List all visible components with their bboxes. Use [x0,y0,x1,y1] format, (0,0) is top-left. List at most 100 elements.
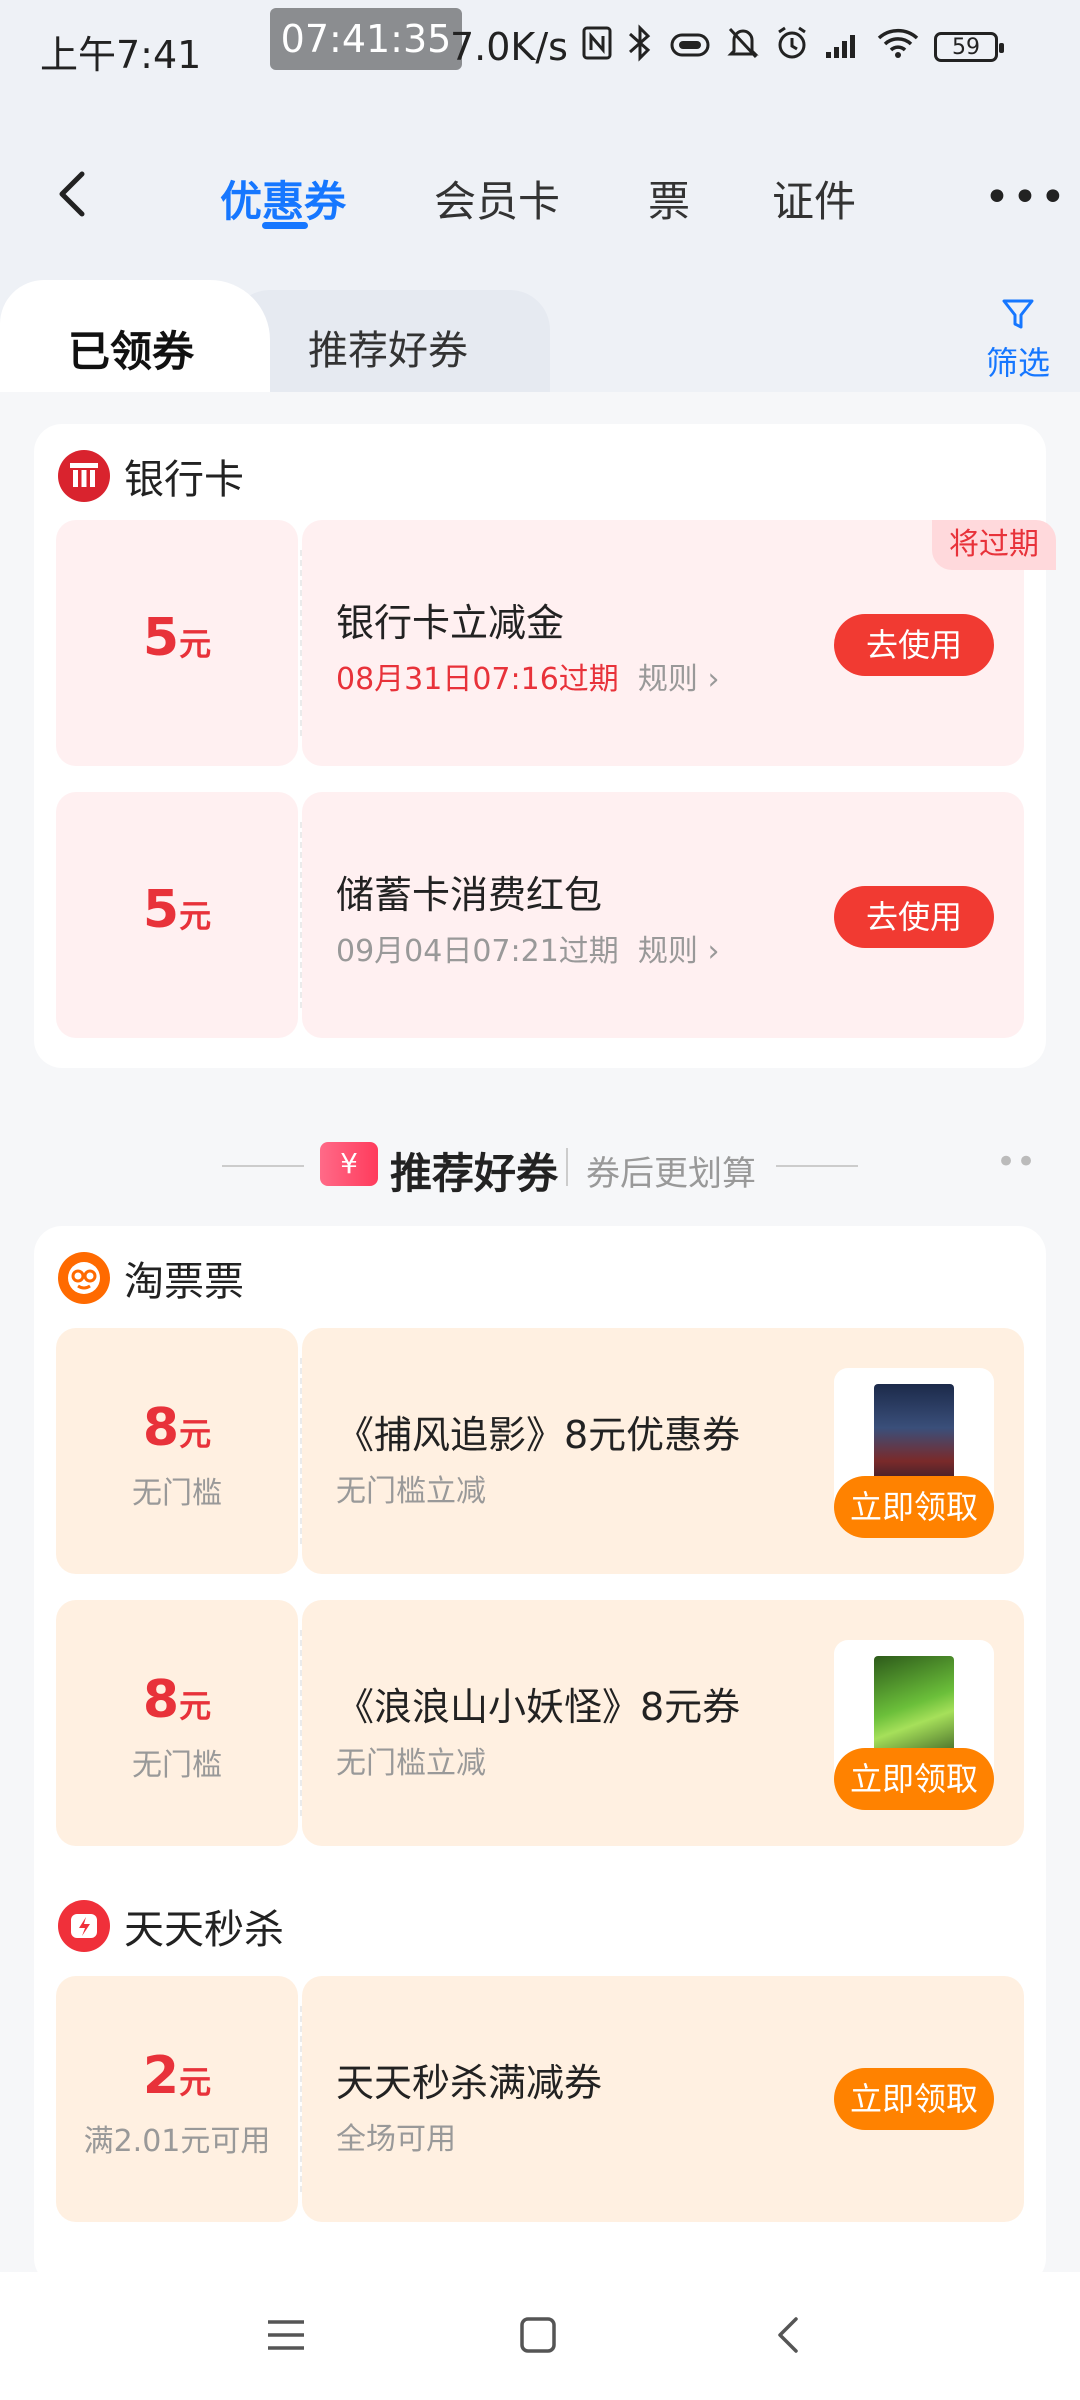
battery-icon: 59 [933,32,1004,62]
coupon-separator [300,822,302,1008]
coupon-name: 《捕风追影》8元优惠券 [336,1413,741,1457]
taopiaopiao-logo-icon [58,1252,110,1304]
rule-link[interactable]: 规则 › [638,662,720,697]
rule-label: 规则 [637,934,698,969]
bank-card-section: 银行卡 5元 银行卡立减金 08月31日07:16过期 规则 › 将过期 去使用… [34,424,1056,1068]
amount-value: 5 [142,608,180,668]
chevron-right-icon: › [707,934,720,969]
tab-membership-cards[interactable]: 会员卡 [434,168,560,229]
section-title: 银行卡 [124,457,244,503]
coupon-subtabs: 已领券 推荐好券 [0,280,1080,395]
nfc-icon [582,25,612,69]
status-bar: 上午7:41 07:41:35 7.0K/s 59 [0,0,1080,100]
coupon-desc: 无门槛立减 [336,1746,486,1781]
coupon-name: 天天秒杀满减券 [336,2061,603,2105]
tab-tickets[interactable]: 票 [648,168,690,229]
top-nav: 优惠券 会员卡 票 证件 ••• [0,150,1080,240]
mute-icon [726,25,760,70]
recommend-divider: ¥ 推荐好券 券后更划算 •• [0,1130,1080,1200]
amount-value: 2 [142,2046,180,2106]
divider-line [776,1165,858,1167]
coupon-name: 储蓄卡消费红包 [336,873,603,917]
amount-value: 8 [142,1670,180,1730]
use-coupon-button[interactable]: 去使用 [834,886,994,948]
back-button[interactable] [44,164,104,224]
subtab-received[interactable]: 已领券 [68,318,194,379]
net-speed: 7.0K/s [450,25,568,69]
amount-unit: 元 [179,897,212,935]
tab-coupons[interactable]: 优惠券 [220,168,346,229]
expiring-badge: 将过期 [932,520,1056,570]
amount-unit: 元 [179,1687,212,1725]
section-header: 淘票票 [58,1250,244,1306]
coupon-separator [300,550,302,736]
funnel-icon [1002,299,1034,329]
coupon-separator [300,1630,302,1816]
home-square-icon [520,2317,556,2353]
coupon-amount: 8元 [56,1398,298,1458]
coupon-expiry: 09月04日07:21过期 [336,934,619,969]
coupon-expiry: 08月31日07:16过期 [336,662,619,697]
flash-sale-logo-icon [58,1900,110,1952]
coupon-tag-icon: ¥ [320,1142,378,1186]
active-tab-indicator [262,222,308,229]
vibrate-icon [668,25,712,69]
coupon-name: 银行卡立减金 [336,601,565,645]
coupon-amount: 5元 [56,880,298,940]
coupon-amount: 5元 [56,608,298,668]
more-button[interactable]: ••• [984,172,1068,223]
divider-title: 推荐好券 [390,1149,559,1198]
menu-button[interactable] [256,2310,316,2360]
coupon-amount: 8元 [56,1670,298,1730]
coupon-card: 8元 无门槛 《浪浪山小妖怪》8元券 无门槛立减 立即领取 [56,1600,1024,1846]
amount-value: 5 [142,880,180,940]
claim-coupon-button[interactable]: 立即领取 [834,1476,994,1538]
coupon-desc: 无门槛立减 [336,1474,486,1509]
coupon-separator [300,2006,302,2192]
coupon-card: 5元 银行卡立减金 08月31日07:16过期 规则 › 将过期 去使用 [56,520,1056,766]
amount-value: 8 [142,1398,180,1458]
coupon-name: 《浪浪山小妖怪》8元券 [336,1685,741,1729]
coupon-card: 8元 无门槛 《捕风追影》8元优惠券 无门槛立减 立即领取 [56,1328,1024,1574]
rule-link[interactable]: 规则 › [638,934,720,969]
coupon-card: 5元 储蓄卡消费红包 09月04日07:21过期 规则 › 去使用 [56,792,1024,1038]
coupon-amount: 2元 [56,2046,298,2106]
coupon-condition: 满2.01元可用 [83,2124,271,2159]
section-title: 淘票票 [124,1259,244,1305]
clock-pill: 07:41:35 [270,8,462,70]
section-header: 天天秒杀 [58,1898,284,1954]
status-icons: 7.0K/s 59 [450,22,1004,72]
filter-button[interactable]: 筛选 [978,296,1058,384]
filter-label: 筛选 [985,344,1050,382]
claim-coupon-button[interactable]: 立即领取 [834,1748,994,1810]
tab-certificates[interactable]: 证件 [772,168,856,229]
signal-icon [824,25,862,69]
divider-separator [566,1148,568,1186]
chevron-right-icon: › [707,662,720,697]
subtab-recommended[interactable]: 推荐好券 [308,318,468,376]
rule-label: 规则 [637,662,698,697]
chevron-left-icon [59,171,85,217]
section-header: 银行卡 [58,448,244,504]
more-dots-icon[interactable]: •• [996,1142,1036,1182]
coupon-card: 2元 满2.01元可用 天天秒杀满减券 全场可用 立即领取 [56,1976,1024,2222]
coupon-meta: 09月04日07:21过期 规则 › [336,926,719,970]
home-button[interactable] [508,2310,568,2360]
system-nav-bar [0,2272,1080,2400]
amount-unit: 元 [179,2063,212,2101]
use-coupon-button[interactable]: 去使用 [834,614,994,676]
bank-logo-icon [58,450,110,502]
section-title: 天天秒杀 [124,1907,284,1953]
coupon-meta: 08月31日07:16过期 规则 › [336,654,719,698]
claim-coupon-button[interactable]: 立即领取 [834,2068,994,2130]
coupon-condition: 无门槛 [132,1748,222,1783]
coupon-separator [300,1358,302,1544]
amount-unit: 元 [179,1415,212,1453]
back-icon [778,2317,798,2353]
system-back-button[interactable] [760,2310,820,2360]
recommended-section: 淘票票 8元 无门槛 《捕风追影》8元优惠券 无门槛立减 立即领取 8元 无门槛… [34,1226,1046,2286]
menu-icon [268,2320,304,2350]
divider-subtitle: 券后更划算 [586,1154,756,1194]
coupon-condition: 无门槛 [132,1476,222,1511]
divider-line [222,1165,304,1167]
